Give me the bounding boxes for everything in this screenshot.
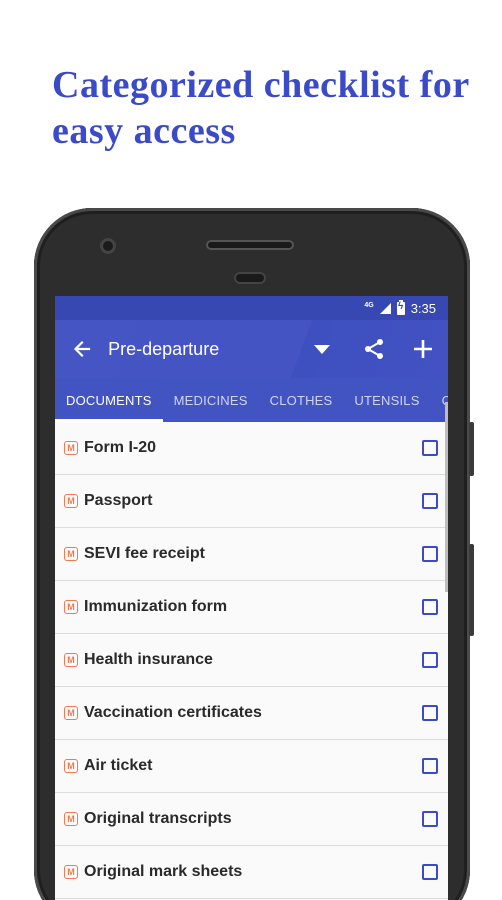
back-button[interactable] xyxy=(55,320,108,378)
mandatory-badge-icon: M xyxy=(64,759,78,773)
earpiece-speaker xyxy=(206,240,294,250)
mandatory-badge-icon: M xyxy=(64,441,78,455)
item-label: Vaccination certificates xyxy=(84,704,262,721)
mandatory-badge-icon: M xyxy=(64,600,78,614)
triangle-down-icon xyxy=(313,344,330,354)
plus-icon xyxy=(414,340,433,358)
tab-utensils[interactable]: UTENSILS xyxy=(343,378,430,422)
screen-title: Pre-departure xyxy=(108,338,220,359)
volume-button xyxy=(469,422,474,476)
network-type: 4G xyxy=(364,301,374,309)
category-dropdown-button[interactable] xyxy=(304,320,339,378)
add-item-button[interactable] xyxy=(399,320,448,378)
item-label: Air ticket xyxy=(84,757,153,774)
checklist: M Form I-20 M Passport M SEVI fee receip… xyxy=(55,422,448,899)
list-item[interactable]: M Original transcripts xyxy=(55,793,448,846)
front-camera xyxy=(100,238,116,254)
list-item[interactable]: M Form I-20 xyxy=(55,422,448,475)
mandatory-badge-icon: M xyxy=(64,865,78,879)
item-checkbox[interactable] xyxy=(422,546,438,562)
item-label: Original mark sheets xyxy=(84,863,243,880)
arrow-left-icon xyxy=(73,340,90,358)
category-tabs: DOCUMENTS MEDICINES CLOTHES UTENSILS COO… xyxy=(55,378,448,422)
list-item[interactable]: M Health insurance xyxy=(55,634,448,687)
item-checkbox[interactable] xyxy=(422,652,438,668)
tab-clothes[interactable]: CLOTHES xyxy=(259,378,344,422)
share-button[interactable] xyxy=(350,320,399,378)
item-checkbox[interactable] xyxy=(422,811,438,827)
item-label: Passport xyxy=(84,492,153,509)
scrollbar[interactable] xyxy=(445,402,448,592)
item-checkbox[interactable] xyxy=(422,705,438,721)
item-checkbox[interactable] xyxy=(422,599,438,615)
phone-frame: 4G 3:35 Pre-departure xyxy=(34,208,474,900)
item-checkbox[interactable] xyxy=(422,440,438,456)
item-label: Immunization form xyxy=(84,598,228,615)
item-label: Form I-20 xyxy=(84,439,157,456)
share-icon xyxy=(365,339,384,359)
mandatory-badge-icon: M xyxy=(64,494,78,508)
item-checkbox[interactable] xyxy=(422,864,438,880)
list-item[interactable]: M SEVI fee receipt xyxy=(55,528,448,581)
item-checkbox[interactable] xyxy=(422,758,438,774)
list-item[interactable]: M Air ticket xyxy=(55,740,448,793)
power-button xyxy=(469,544,474,636)
mandatory-badge-icon: M xyxy=(64,812,78,826)
list-item[interactable]: M Original mark sheets xyxy=(55,846,448,899)
list-item[interactable]: M Vaccination certificates xyxy=(55,687,448,740)
phone-screen: 4G 3:35 Pre-departure xyxy=(55,296,448,900)
item-label: Health insurance xyxy=(84,651,213,668)
list-item[interactable]: M Immunization form xyxy=(55,581,448,634)
mandatory-badge-icon: M xyxy=(64,653,78,667)
proximity-sensor xyxy=(234,272,266,284)
item-label: Original transcripts xyxy=(84,810,232,827)
tab-documents[interactable]: DOCUMENTS xyxy=(55,378,163,422)
app-bar: Pre-departure xyxy=(55,320,448,378)
status-bar: 4G 3:35 xyxy=(55,296,448,320)
mandatory-badge-icon: M xyxy=(64,547,78,561)
item-checkbox[interactable] xyxy=(422,493,438,509)
battery-charging-icon xyxy=(396,299,405,315)
signal-icon xyxy=(379,302,391,314)
tab-medicines[interactable]: MEDICINES xyxy=(163,378,259,422)
promo-headline: Categorized checklist for easy access xyxy=(52,64,470,152)
list-item[interactable]: M Passport xyxy=(55,475,448,528)
item-label: SEVI fee receipt xyxy=(84,545,205,562)
mandatory-badge-icon: M xyxy=(64,706,78,720)
status-time: 3:35 xyxy=(410,300,436,316)
